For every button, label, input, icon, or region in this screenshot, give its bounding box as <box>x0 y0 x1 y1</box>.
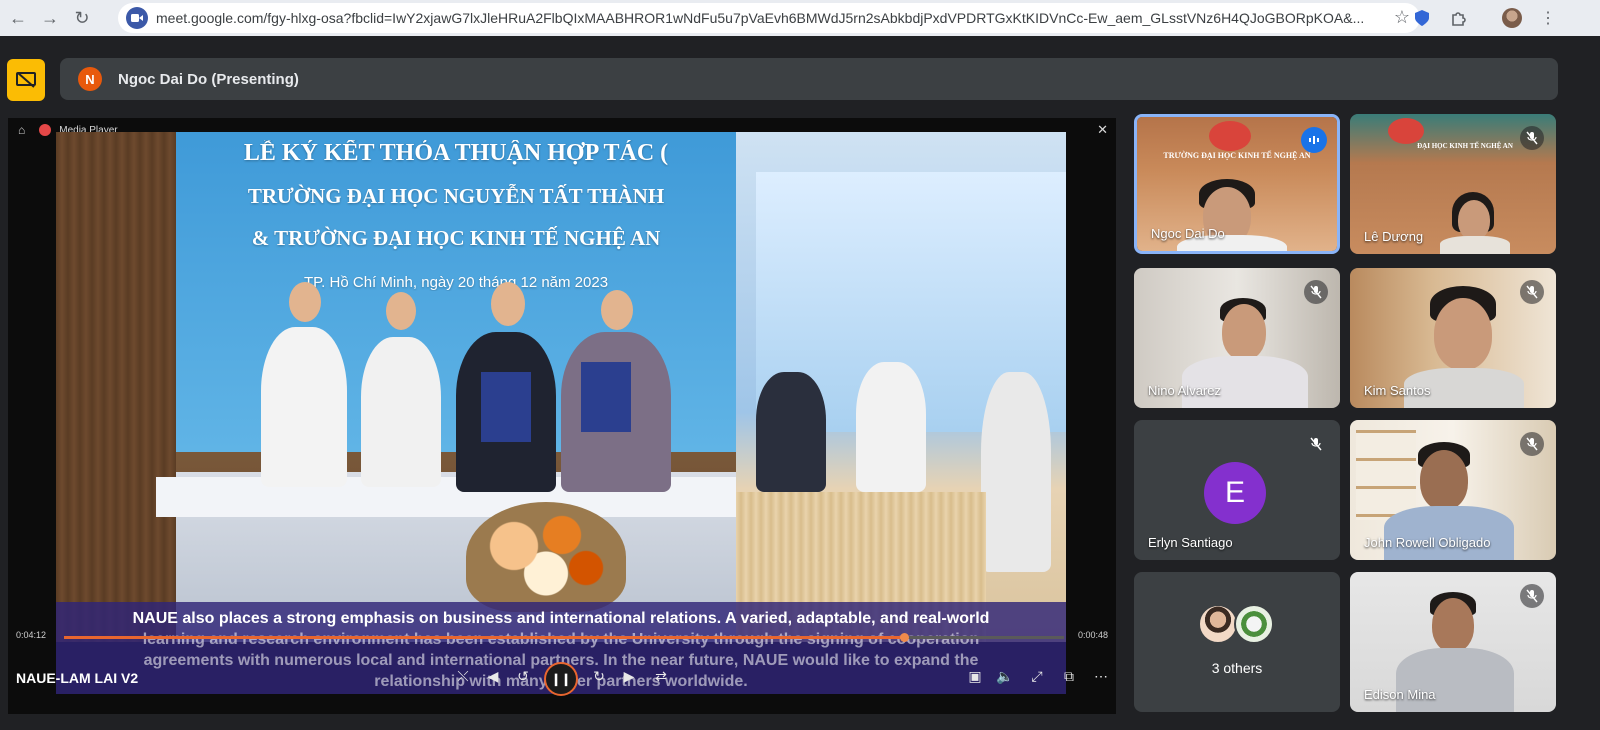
banner-title: LỄ KÝ KẾT THỎA THUẬN HỢP TÁC ( <box>243 140 669 166</box>
bookshelf <box>1356 430 1416 520</box>
forward-icon[interactable]: → <box>36 4 64 32</box>
reload-icon[interactable]: ↻ <box>68 4 96 32</box>
shirt <box>1440 236 1510 254</box>
participant-tile-ngoc-dai-do[interactable]: TRƯỜNG ĐẠI HỌC KINH TẾ NGHỆ AN Ngoc Dai … <box>1134 114 1340 254</box>
participant-tile-le-duong[interactable]: ĐẠI HỌC KINH TẾ NGHỆ AN Lê Dương <box>1350 114 1556 254</box>
person-figure <box>361 337 441 487</box>
school-logo <box>1388 118 1424 144</box>
seek-bar[interactable] <box>64 633 1064 642</box>
participant-name: John Rowell Obligado <box>1364 535 1491 550</box>
address-bar[interactable]: meet.google.com/fgy-hlxg-osa?fbclid=IwY2… <box>118 3 1420 33</box>
pause-button[interactable]: ❙❙ <box>544 662 578 696</box>
flower-arrangement <box>466 502 626 612</box>
home-icon[interactable]: ⌂ <box>18 123 25 137</box>
shirt <box>1396 648 1514 712</box>
person-figure <box>261 327 347 487</box>
person-head <box>289 282 321 322</box>
participant-name: Lê Dương <box>1364 229 1424 244</box>
fullscreen-icon[interactable]: ⤢ <box>1026 668 1048 685</box>
person-head <box>491 282 525 326</box>
rewind-icon[interactable]: ↺ <box>512 668 534 685</box>
miniplayer-icon[interactable]: ⧉ <box>1058 668 1080 685</box>
mic-off-icon <box>1520 584 1544 608</box>
participant-name: Erlyn Santiago <box>1148 535 1233 550</box>
shared-screen: ⌂ Media Player ✕ LỄ KÝ KẾT THỎA THUẬN HỢ… <box>8 118 1116 714</box>
forward-icon[interactable]: ↻ <box>588 668 610 685</box>
profile-avatar[interactable] <box>1500 6 1524 30</box>
banner-university-2: & TRƯỜNG ĐẠI HỌC KINH TẾ NGHỆ AN <box>251 226 661 250</box>
volume-icon[interactable]: 🔈 <box>994 668 1016 685</box>
face <box>1420 450 1468 510</box>
face <box>1458 200 1490 240</box>
stop-presenting-icon[interactable] <box>7 59 45 101</box>
mic-off-icon <box>1520 432 1544 456</box>
wall-sign: TRƯỜNG ĐẠI HỌC KINH TẾ NGHỆ AN <box>1163 151 1311 160</box>
participant-name: Kim Santos <box>1364 383 1431 398</box>
repeat-icon[interactable]: ⇄ <box>650 668 672 685</box>
agreement-folder <box>581 362 631 432</box>
meet-site-icon <box>126 7 148 29</box>
captions-icon[interactable]: ▣ <box>964 668 986 685</box>
ceremony-photo-left: LỄ KÝ KẾT THỎA THUẬN HỢP TÁC ( TRƯỜNG ĐẠ… <box>56 132 736 642</box>
agreement-folder <box>481 372 531 442</box>
media-player-app-icon <box>39 124 52 136</box>
participant-avatar: E <box>1204 462 1266 524</box>
participant-tile-john-rowell-obligado[interactable]: John Rowell Obligado <box>1350 420 1556 560</box>
participant-name: Ngoc Dai Do <box>1151 226 1225 241</box>
face <box>1222 304 1266 360</box>
person-head <box>386 292 416 330</box>
presenter-banner: N Ngoc Dai Do (Presenting) <box>60 58 1558 100</box>
banner-university-1: TRƯỜNG ĐẠI HỌC NGUYỄN TẤT THÀNH <box>247 184 665 208</box>
back-icon[interactable]: ← <box>4 4 32 32</box>
participant-tile-nino-alvarez[interactable]: Nino Alvarez <box>1134 268 1340 408</box>
participant-name: Nino Alvarez <box>1148 383 1221 398</box>
more-options-icon[interactable]: ⋯ <box>1090 668 1112 685</box>
extensions-puzzle-icon[interactable] <box>1446 6 1470 30</box>
seek-handle[interactable] <box>900 633 909 642</box>
time-remaining: 0:00:48 <box>1078 630 1109 640</box>
presenter-avatar: N <box>78 67 102 91</box>
shirt <box>1182 356 1308 408</box>
person-figure <box>756 372 826 492</box>
face <box>1432 598 1474 652</box>
participant-avatar <box>1234 604 1274 644</box>
extension-shield-icon[interactable] <box>1410 6 1434 30</box>
seek-progress <box>64 636 904 639</box>
mic-off-icon <box>1304 280 1328 304</box>
participant-tile-edison-mina[interactable]: Edison Mina <box>1350 572 1556 712</box>
shuffle-icon[interactable]: ⤬ <box>452 668 474 685</box>
participant-tile-kim-santos[interactable]: Kim Santos <box>1350 268 1556 408</box>
close-icon[interactable]: ✕ <box>1097 122 1108 138</box>
mic-off-icon <box>1520 126 1544 150</box>
banner-date: TP. Hồ Chí Minh, ngày 20 tháng 12 năm 20… <box>303 274 609 291</box>
school-logo <box>1209 121 1251 151</box>
mic-off-icon <box>1304 432 1328 456</box>
url-text: meet.google.com/fgy-hlxg-osa?fbclid=IwY2… <box>156 10 1365 26</box>
face <box>1434 298 1492 370</box>
person-figure <box>856 362 926 492</box>
video-title: NAUE-LAM LAI V2 <box>16 670 139 686</box>
person-figure <box>981 372 1051 572</box>
next-icon[interactable]: ▶ <box>618 668 640 685</box>
others-count: 3 others <box>1211 660 1263 676</box>
presenter-label: Ngoc Dai Do (Presenting) <box>118 70 299 88</box>
participant-tile-others[interactable]: 3 others <box>1134 572 1340 712</box>
participant-avatar <box>1198 604 1238 644</box>
shirt <box>1384 506 1514 560</box>
previous-icon[interactable]: ◀ <box>482 668 504 685</box>
person-head <box>601 290 633 330</box>
subtitle-line: NAUE also places a strong emphasis on bu… <box>132 610 990 627</box>
participant-name: Edison Mina <box>1364 687 1436 702</box>
time-elapsed: 0:04:12 <box>16 630 47 640</box>
ceremony-photo-right <box>736 132 1066 642</box>
video-frame[interactable]: LỄ KÝ KẾT THỎA THUẬN HỢP TÁC ( TRƯỜNG ĐẠ… <box>56 132 1066 642</box>
player-controls: NAUE-LAM LAI V2 ⤬ ◀ ↺ ❙❙ ↻ ▶ ⇄ ▣ 🔈 ⤢ ⧉ ⋯ <box>8 662 1116 696</box>
browser-menu-icon[interactable]: ⋮ <box>1536 6 1560 30</box>
mic-off-icon <box>1520 280 1544 304</box>
wood-wall <box>56 132 176 642</box>
bookmark-star-icon[interactable]: ☆ <box>1394 7 1410 28</box>
browser-toolbar: ← → ↻ meet.google.com/fgy-hlxg-osa?fbcli… <box>0 0 1600 36</box>
speaking-indicator-icon <box>1301 127 1327 153</box>
participant-tile-erlyn-santiago[interactable]: E Erlyn Santiago <box>1134 420 1340 560</box>
